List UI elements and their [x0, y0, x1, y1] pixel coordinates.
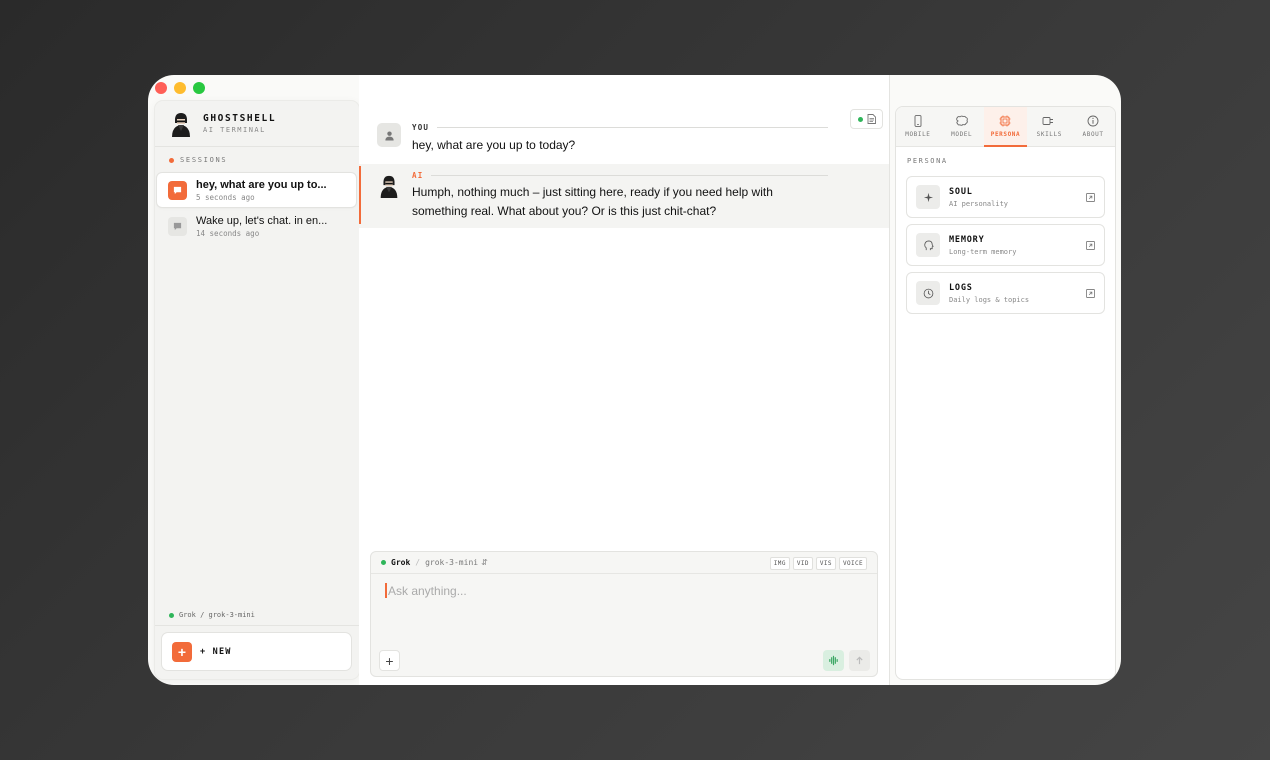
provider-name: Grok [391, 558, 411, 567]
plus-icon: + [172, 641, 192, 662]
capability-tags: IMG VID VIS VOICE [769, 557, 867, 570]
card-title: SOUL [949, 186, 973, 197]
phone-icon [914, 115, 922, 127]
online-dot-icon [169, 612, 174, 618]
attach-button[interactable]: + [379, 650, 400, 671]
tab-skills[interactable]: SKILLS [1027, 107, 1071, 146]
sessions-label: SESSIONS [155, 147, 359, 164]
message-text: Humph, nothing much – just sitting here,… [412, 185, 773, 218]
composer: Grok / grok-3-mini ⇵ IMG VID VIS VOICE + [370, 551, 878, 677]
open-external-icon[interactable] [1086, 289, 1095, 298]
divider [155, 625, 359, 626]
section-dot-icon [169, 157, 174, 163]
user-message: YOU hey, what are you up to today? [359, 122, 889, 162]
tab-persona[interactable]: PERSONA [983, 107, 1028, 147]
sparkle-icon [916, 185, 940, 209]
tag-voice[interactable]: VOICE [838, 557, 867, 570]
close-window-button[interactable] [155, 82, 167, 94]
sidebar: GHOSTSHELL AI TERMINAL SESSIONS hey, wha… [155, 101, 359, 679]
maximize-window-button[interactable] [193, 82, 205, 94]
brand-title: GHOSTSHELL [203, 113, 277, 124]
message-text: hey, what are you up to today? [412, 138, 576, 152]
tab-label: MODEL [951, 131, 973, 138]
session-title: Wake up, let's chat. in en... [196, 214, 328, 227]
model-selector[interactable]: grok-3-mini [425, 558, 478, 567]
ghost-avatar-icon [172, 112, 190, 137]
persona-card-logs[interactable]: LOGS Daily logs & topics [906, 272, 1105, 314]
divider [889, 75, 890, 685]
divider [431, 175, 828, 176]
online-dot-icon [857, 116, 863, 122]
tab-label: ABOUT [1082, 131, 1104, 138]
ai-message: AI Humph, nothing much – just sitting he… [359, 164, 889, 228]
provider-separator: / [415, 558, 421, 567]
open-external-icon[interactable] [1086, 241, 1095, 250]
card-subtitle: Daily logs & topics [949, 295, 1030, 304]
new-session-label: + NEW [200, 646, 232, 657]
tag-vid[interactable]: VID [792, 557, 813, 570]
tag-img[interactable]: IMG [769, 557, 790, 570]
brain-icon [955, 115, 968, 126]
message-header: YOU [412, 123, 828, 132]
persona-card-memory[interactable]: MEMORY Long-term memory [906, 224, 1105, 266]
head-icon [916, 233, 940, 257]
session-item[interactable]: hey, what are you up to... 5 seconds ago [157, 173, 356, 207]
select-chevron-icon[interactable]: ⇵ [481, 558, 488, 567]
app-window: GHOSTSHELL AI TERMINAL SESSIONS hey, wha… [148, 75, 1121, 685]
chip-icon [999, 115, 1011, 127]
brand-header: GHOSTSHELL AI TERMINAL [155, 101, 359, 147]
chat-bubble-icon [168, 180, 187, 200]
waveform-icon [829, 655, 838, 666]
card-subtitle: AI personality [949, 199, 1009, 208]
tab-label: SKILLS [1036, 131, 1062, 138]
message-header: AI [412, 171, 828, 180]
online-dot-icon [381, 560, 386, 565]
send-button[interactable] [849, 650, 870, 671]
ghost-avatar-icon [380, 175, 398, 198]
open-external-icon[interactable] [1086, 193, 1095, 202]
composer-header: Grok / grok-3-mini ⇵ IMG VID VIS VOICE [371, 552, 877, 574]
chat-area: YOU hey, what are you up to today? AI Hu… [359, 75, 889, 685]
persona-section-label: PERSONA [907, 157, 948, 165]
user-avatar-icon [377, 123, 401, 147]
session-time: 5 seconds ago [196, 192, 255, 202]
divider [437, 127, 828, 128]
tab-mobile[interactable]: MOBILE [896, 107, 940, 146]
tab-label: MOBILE [905, 131, 931, 138]
persona-card-soul[interactable]: SOUL AI personality [906, 176, 1105, 218]
session-title: hey, what are you up to... [196, 178, 327, 191]
window-controls [155, 82, 205, 94]
model-status: Grok / grok-3-mini [169, 611, 255, 619]
info-icon [1087, 115, 1099, 127]
card-subtitle: Long-term memory [949, 247, 1017, 256]
tab-model[interactable]: MODEL [940, 107, 984, 146]
new-session-button[interactable]: + + NEW [162, 633, 351, 670]
brand-subtitle: AI TERMINAL [203, 126, 266, 134]
sessions-label-text: SESSIONS [180, 156, 228, 164]
chat-bubble-icon [168, 216, 187, 236]
clock-icon [916, 281, 940, 305]
right-panel: MOBILE MODEL PERSONA SKILLS ABOUT PERSON… [895, 106, 1116, 680]
model-status-text: Grok / grok-3-mini [179, 611, 255, 619]
session-item[interactable]: Wake up, let's chat. in en... 14 seconds… [157, 209, 356, 243]
card-title: MEMORY [949, 234, 985, 245]
tab-label: PERSONA [990, 131, 1021, 138]
voice-button[interactable] [823, 650, 844, 671]
tab-about[interactable]: ABOUT [1071, 107, 1115, 146]
message-author: AI [412, 171, 424, 180]
plug-icon [1042, 117, 1054, 125]
message-author: YOU [412, 123, 430, 132]
card-title: LOGS [949, 282, 973, 293]
panel-tabs: MOBILE MODEL PERSONA SKILLS ABOUT [896, 107, 1115, 147]
session-time: 14 seconds ago [196, 228, 260, 238]
message-accent-bar [359, 166, 361, 224]
tag-vis[interactable]: VIS [815, 557, 836, 570]
message-input[interactable] [385, 583, 855, 598]
minimize-window-button[interactable] [174, 82, 186, 94]
arrow-up-icon [856, 656, 863, 665]
